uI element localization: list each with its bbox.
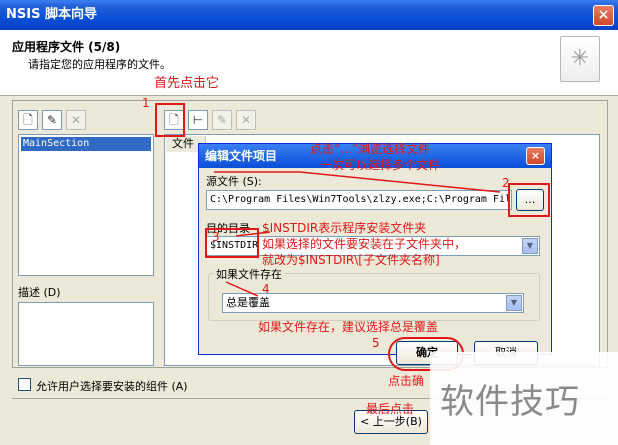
section-list[interactable]: MainSection <box>18 134 154 276</box>
highlight-add-file <box>155 103 185 137</box>
dialog-close-button[interactable]: × <box>526 147 545 165</box>
edit-file-icon[interactable]: ✎ <box>212 110 232 130</box>
file-exists-combo[interactable]: 总是覆盖 <box>222 293 524 313</box>
annotation-5: 点击确 <box>388 374 425 388</box>
annotation-2b: 一次可以选择多个文件 <box>320 158 441 172</box>
description-label: 描述 (D) <box>18 286 61 299</box>
list-item[interactable]: MainSection <box>21 137 151 151</box>
wizard-book-icon: ✳ <box>560 36 600 82</box>
edit-section-icon[interactable]: ✎ <box>42 110 62 130</box>
new-section-icon[interactable]: 🗋 <box>18 110 38 130</box>
chevron-down-icon[interactable]: ▼ <box>506 295 522 311</box>
annotation-number-2: 2 <box>502 176 510 190</box>
annotation-3b: 如果选择的文件要安装在子文件夹中， <box>262 237 467 251</box>
add-directory-icon[interactable]: ⊢ <box>188 110 208 130</box>
annotation-number-5: 5 <box>372 336 380 350</box>
window-close-button[interactable]: × <box>593 5 614 26</box>
allow-component-selection-label: 允许用户选择要安装的组件 (A) <box>36 380 188 393</box>
annotation-3a: $INSTDIR表示程序安装文件夹 <box>262 221 427 235</box>
source-file-input[interactable]: C:\Program Files\Win7Tools\zlzy.exe;C:\P… <box>206 190 512 210</box>
delete-section-icon[interactable]: ✕ <box>66 110 86 130</box>
chevron-down-icon[interactable]: ▼ <box>522 238 538 254</box>
annotation-2a: 点击“...”浏览选择文件 <box>310 142 430 156</box>
annotation-3c: 就改为$INSTDIR\[子文件夹名称] <box>262 253 440 267</box>
file-exists-value: 总是覆盖 <box>226 296 270 309</box>
annotation-6: 最后点击 <box>366 402 415 416</box>
description-box <box>18 302 154 366</box>
page-title: 应用程序文件 (5/8) <box>12 40 121 54</box>
source-file-label: 源文件 (S): <box>206 175 262 188</box>
annotation-number-3: 3 <box>212 230 220 244</box>
annotation-4: 如果文件存在，建议选择总是覆盖 <box>258 320 439 334</box>
page-subtitle: 请指定您的应用程序的文件。 <box>28 58 171 71</box>
highlight-browse <box>508 183 550 217</box>
annotation-number-4: 4 <box>262 282 270 296</box>
delete-file-icon[interactable]: ✕ <box>236 110 256 130</box>
window-title: NSIS 脚本向导 <box>0 0 618 30</box>
file-exists-label: 如果文件存在 <box>214 266 284 282</box>
allow-component-selection-checkbox[interactable] <box>18 378 31 391</box>
annotation-number-1: 1 <box>142 96 150 110</box>
watermark-text: 软件技巧 <box>440 382 580 422</box>
annotation-1: 首先点击它 <box>154 76 220 91</box>
